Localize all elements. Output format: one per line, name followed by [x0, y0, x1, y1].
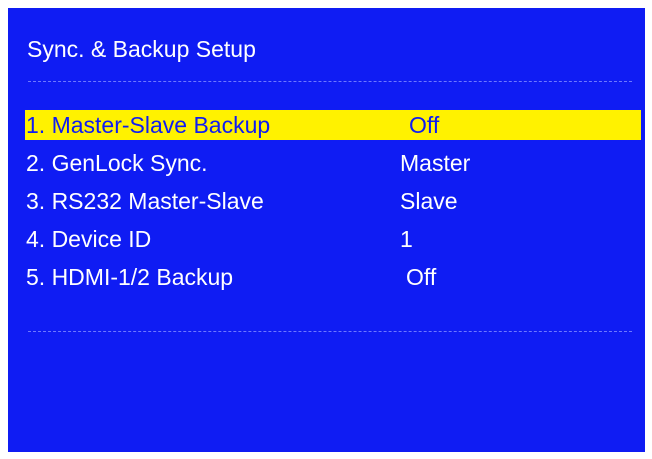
osd-menu-screen: Sync. & Backup Setup 1. Master-Slave Bac… — [8, 8, 645, 452]
menu-item-label: 1. Master-Slave Backup — [26, 112, 271, 138]
menu-item-rs232-master-slave[interactable]: 3. RS232 Master-Slave Slave — [25, 186, 641, 216]
menu-item-hdmi-backup[interactable]: 5. HDMI-1/2 Backup Off — [25, 262, 641, 292]
settings-menu: 1. Master-Slave Backup Off 2. GenLock Sy… — [25, 110, 641, 300]
menu-title: Sync. & Backup Setup — [27, 36, 256, 62]
menu-item-value: Off — [409, 112, 440, 138]
menu-item-label: 2. GenLock Sync. — [26, 150, 208, 176]
menu-item-master-slave-backup[interactable]: 1. Master-Slave Backup Off — [25, 110, 641, 140]
menu-item-value: Off — [406, 264, 437, 290]
menu-item-value: Master — [400, 150, 471, 176]
bottom-divider — [28, 331, 632, 332]
top-divider — [28, 81, 632, 82]
menu-item-value: Slave — [400, 188, 458, 214]
menu-item-label: 3. RS232 Master-Slave — [26, 188, 264, 214]
menu-item-value: 1 — [400, 226, 413, 252]
menu-item-label: 4. Device ID — [26, 226, 152, 252]
menu-item-label: 5. HDMI-1/2 Backup — [26, 264, 234, 290]
menu-item-device-id[interactable]: 4. Device ID 1 — [25, 224, 641, 254]
menu-item-genlock-sync[interactable]: 2. GenLock Sync. Master — [25, 148, 641, 178]
